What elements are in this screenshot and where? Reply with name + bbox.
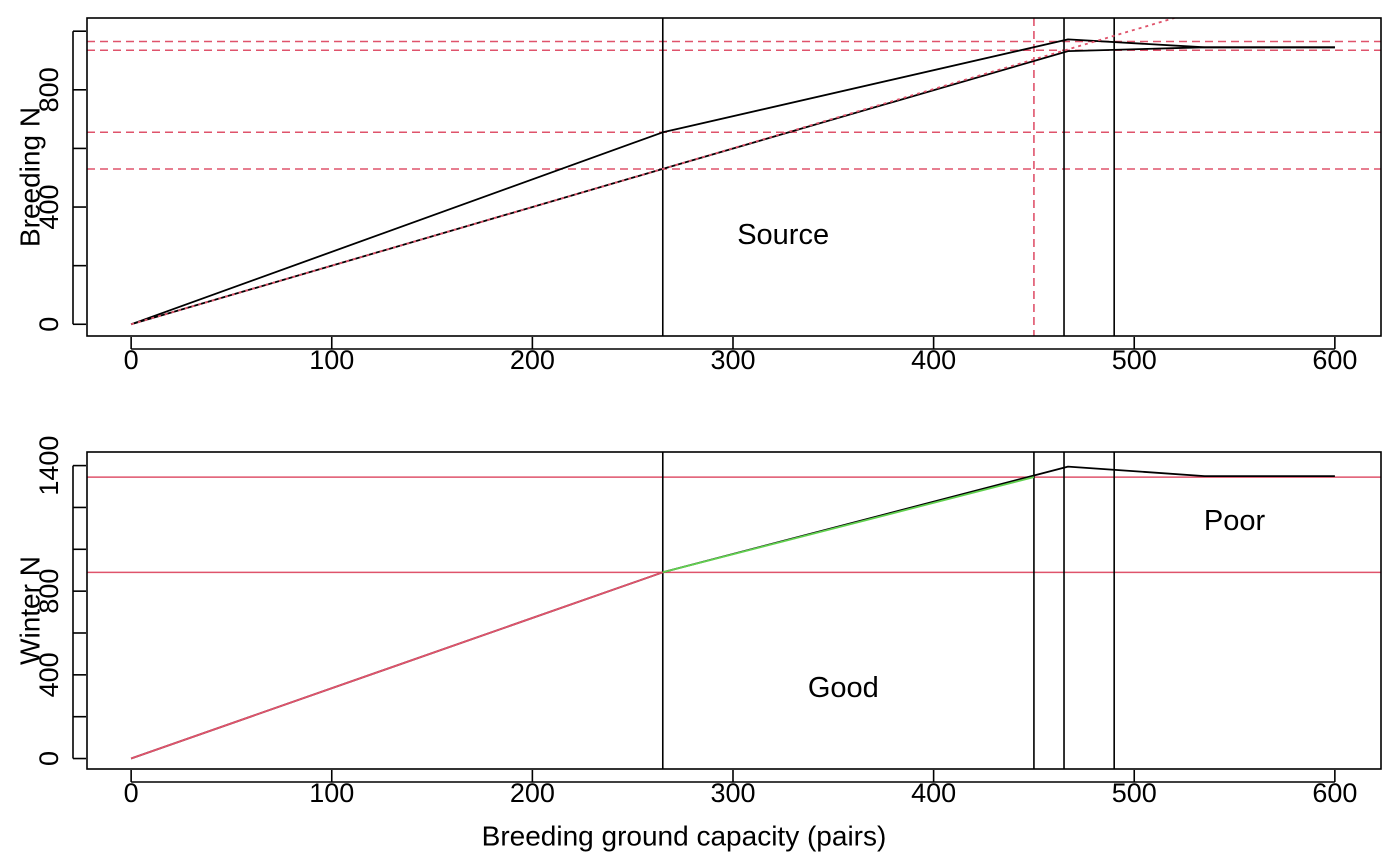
plot-frame	[86, 17, 1382, 337]
x-tick-label-0: 0	[124, 778, 139, 808]
x-tick-label-4: 400	[911, 778, 956, 808]
y-tick-label-0: 0	[34, 751, 64, 766]
x-tick-label-6: 600	[1312, 778, 1357, 808]
y-tick-label-7: 1400	[34, 436, 64, 496]
x-tick-label-5: 500	[1112, 778, 1157, 808]
x-tick-label-3: 300	[710, 778, 755, 808]
figure: 0 100 200 300 400 500 600 0 400 800Breeding N Sour…	[14, 17, 1382, 851]
winter-panel: 0 100 200 300 400 500 60004008001400Winter NBr…	[14, 436, 1382, 851]
annotation-poor: Poor	[1204, 505, 1266, 537]
series-line-0	[130, 38, 1335, 326]
x-tick-label-5: 500	[1112, 345, 1157, 375]
series-line-1	[130, 571, 664, 760]
plot-area	[87, 452, 1381, 769]
series-line-1	[130, 46, 1335, 326]
y-tick-label-0: 0	[34, 317, 64, 332]
x-tick-label-2: 200	[510, 778, 555, 808]
annotation-source: Source	[737, 219, 829, 251]
breeding-panel: 0 100 200 300 400 500 6000400800Breeding N Sour…	[14, 17, 1382, 375]
x-tick-label-3: 300	[710, 345, 755, 375]
plot-area	[87, 18, 1381, 336]
x-axis-label: Breeding ground capacity (pairs)	[482, 820, 887, 851]
x-tick-label-6: 600	[1312, 345, 1357, 375]
series-line-2	[662, 476, 1035, 574]
series-line-0	[130, 465, 1335, 760]
x-tick-label-4: 400	[911, 345, 956, 375]
y-axis-label: Breeding N	[14, 107, 45, 247]
x-tick-label-1: 100	[309, 345, 354, 375]
x-tick-label-1: 100	[309, 778, 354, 808]
annotation-good: Good	[808, 672, 879, 704]
y-tick-label-4: 800	[34, 67, 64, 112]
x-tick-label-2: 200	[510, 345, 555, 375]
x-tick-label-0: 0	[124, 345, 139, 375]
y-axis-label: Winter N	[14, 556, 45, 665]
plot-frame	[86, 451, 1382, 770]
